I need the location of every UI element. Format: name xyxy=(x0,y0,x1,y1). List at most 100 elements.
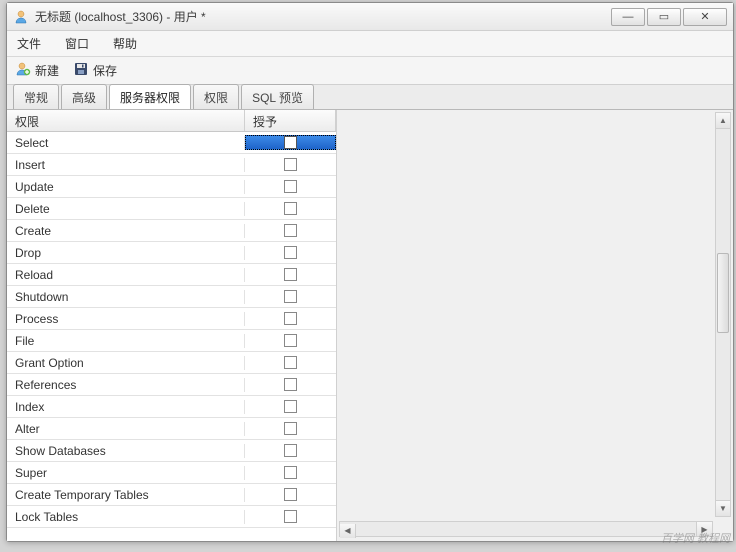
tab-general[interactable]: 常规 xyxy=(13,84,59,109)
tab-server-privileges[interactable]: 服务器权限 xyxy=(109,84,191,110)
scroll-left-icon[interactable]: ◀ xyxy=(340,524,356,538)
grant-checkbox[interactable] xyxy=(284,158,297,171)
new-button-label: 新建 xyxy=(35,62,59,79)
vertical-scrollbar[interactable]: ▲ ▼ xyxy=(715,112,731,517)
privilege-name: Update xyxy=(7,180,245,194)
grant-checkbox[interactable] xyxy=(284,334,297,347)
grant-checkbox[interactable] xyxy=(284,268,297,281)
window-title: 无标题 (localhost_3306) - 用户 * xyxy=(35,8,611,25)
grant-checkbox[interactable] xyxy=(284,246,297,259)
save-icon xyxy=(73,61,89,80)
table-row[interactable]: Select xyxy=(7,132,336,154)
privilege-name: Super xyxy=(7,466,245,480)
horizontal-scrollbar[interactable]: ◀ ▶ xyxy=(339,521,713,537)
grant-checkbox[interactable] xyxy=(284,136,297,149)
tab-privileges[interactable]: 权限 xyxy=(193,84,239,109)
grant-checkbox[interactable] xyxy=(284,466,297,479)
menu-file[interactable]: 文件 xyxy=(17,35,41,52)
table-row[interactable]: Delete xyxy=(7,198,336,220)
minimize-button[interactable]: — xyxy=(611,8,645,26)
grid-rows: SelectInsert Update Delete Create Drop Reload… xyxy=(7,132,336,541)
table-row[interactable]: Alter xyxy=(7,418,336,440)
grant-cell[interactable] xyxy=(245,290,336,303)
privilege-name: Index xyxy=(7,400,245,414)
table-row[interactable]: Create xyxy=(7,220,336,242)
grant-checkbox[interactable] xyxy=(284,488,297,501)
scroll-down-icon[interactable]: ▼ xyxy=(716,500,730,516)
grant-checkbox[interactable] xyxy=(284,202,297,215)
grant-cell[interactable] xyxy=(245,202,336,215)
blank-panel: ▲ ▼ ◀ ▶ xyxy=(337,110,733,541)
menu-help[interactable]: 帮助 xyxy=(113,35,137,52)
grant-cell[interactable] xyxy=(245,510,336,523)
grant-cell[interactable] xyxy=(245,488,336,501)
grant-cell[interactable] xyxy=(245,422,336,435)
table-row[interactable]: Insert xyxy=(7,154,336,176)
grant-checkbox[interactable] xyxy=(284,312,297,325)
privilege-name: Drop xyxy=(7,246,245,260)
grant-checkbox[interactable] xyxy=(284,224,297,237)
menu-window[interactable]: 窗口 xyxy=(65,35,89,52)
grant-cell[interactable] xyxy=(245,246,336,259)
user-add-icon xyxy=(15,61,31,80)
grant-cell[interactable] xyxy=(245,268,336,281)
privilege-name: Alter xyxy=(7,422,245,436)
grant-cell[interactable] xyxy=(245,135,336,150)
grant-cell[interactable] xyxy=(245,356,336,369)
close-button[interactable]: ✕ xyxy=(683,8,727,26)
table-row[interactable]: Process xyxy=(7,308,336,330)
table-row[interactable]: Grant Option xyxy=(7,352,336,374)
toolbar: 新建 保存 xyxy=(7,57,733,85)
table-row[interactable]: Shutdown xyxy=(7,286,336,308)
tab-sql-preview[interactable]: SQL 预览 xyxy=(241,84,314,109)
scroll-thumb[interactable] xyxy=(717,253,729,333)
save-button[interactable]: 保存 xyxy=(73,61,117,80)
column-header-privilege[interactable]: 权限 xyxy=(7,110,245,131)
column-header-grant[interactable]: 授予 xyxy=(245,110,336,131)
tabbar: 常规 高级 服务器权限 权限 SQL 预览 xyxy=(7,85,733,109)
grant-checkbox[interactable] xyxy=(284,400,297,413)
grant-cell[interactable] xyxy=(245,224,336,237)
grant-checkbox[interactable] xyxy=(284,444,297,457)
grant-cell[interactable] xyxy=(245,312,336,325)
maximize-button[interactable]: ▭ xyxy=(647,8,681,26)
privilege-name: References xyxy=(7,378,245,392)
table-row[interactable]: References xyxy=(7,374,336,396)
table-row[interactable]: Drop xyxy=(7,242,336,264)
save-button-label: 保存 xyxy=(93,62,117,79)
grant-cell[interactable] xyxy=(245,158,336,171)
tab-advanced[interactable]: 高级 xyxy=(61,84,107,109)
privilege-name: Grant Option xyxy=(7,356,245,370)
table-row[interactable]: Lock Tables xyxy=(7,506,336,528)
grant-cell[interactable] xyxy=(245,466,336,479)
privilege-name: Shutdown xyxy=(7,290,245,304)
table-row[interactable]: Index xyxy=(7,396,336,418)
grid-header: 权限 授予 xyxy=(7,110,336,132)
table-row[interactable]: Show Databases xyxy=(7,440,336,462)
scroll-up-icon[interactable]: ▲ xyxy=(716,113,730,129)
grant-checkbox[interactable] xyxy=(284,180,297,193)
privilege-name: Create xyxy=(7,224,245,238)
table-row[interactable]: Create Temporary Tables xyxy=(7,484,336,506)
content-area: 权限 授予 SelectInsert Update Delete Create Drop… xyxy=(7,109,733,541)
grant-checkbox[interactable] xyxy=(284,290,297,303)
grant-cell[interactable] xyxy=(245,378,336,391)
menubar: 文件 窗口 帮助 xyxy=(7,31,733,57)
grant-cell[interactable] xyxy=(245,334,336,347)
table-row[interactable]: Reload xyxy=(7,264,336,286)
grant-checkbox[interactable] xyxy=(284,422,297,435)
privilege-name: Delete xyxy=(7,202,245,216)
grant-checkbox[interactable] xyxy=(284,378,297,391)
privilege-name: Process xyxy=(7,312,245,326)
grant-cell[interactable] xyxy=(245,180,336,193)
grant-checkbox[interactable] xyxy=(284,356,297,369)
table-row[interactable]: File xyxy=(7,330,336,352)
privilege-name: File xyxy=(7,334,245,348)
privilege-name: Lock Tables xyxy=(7,510,245,524)
grant-checkbox[interactable] xyxy=(284,510,297,523)
grant-cell[interactable] xyxy=(245,444,336,457)
new-button[interactable]: 新建 xyxy=(15,61,59,80)
table-row[interactable]: Update xyxy=(7,176,336,198)
table-row[interactable]: Super xyxy=(7,462,336,484)
grant-cell[interactable] xyxy=(245,400,336,413)
